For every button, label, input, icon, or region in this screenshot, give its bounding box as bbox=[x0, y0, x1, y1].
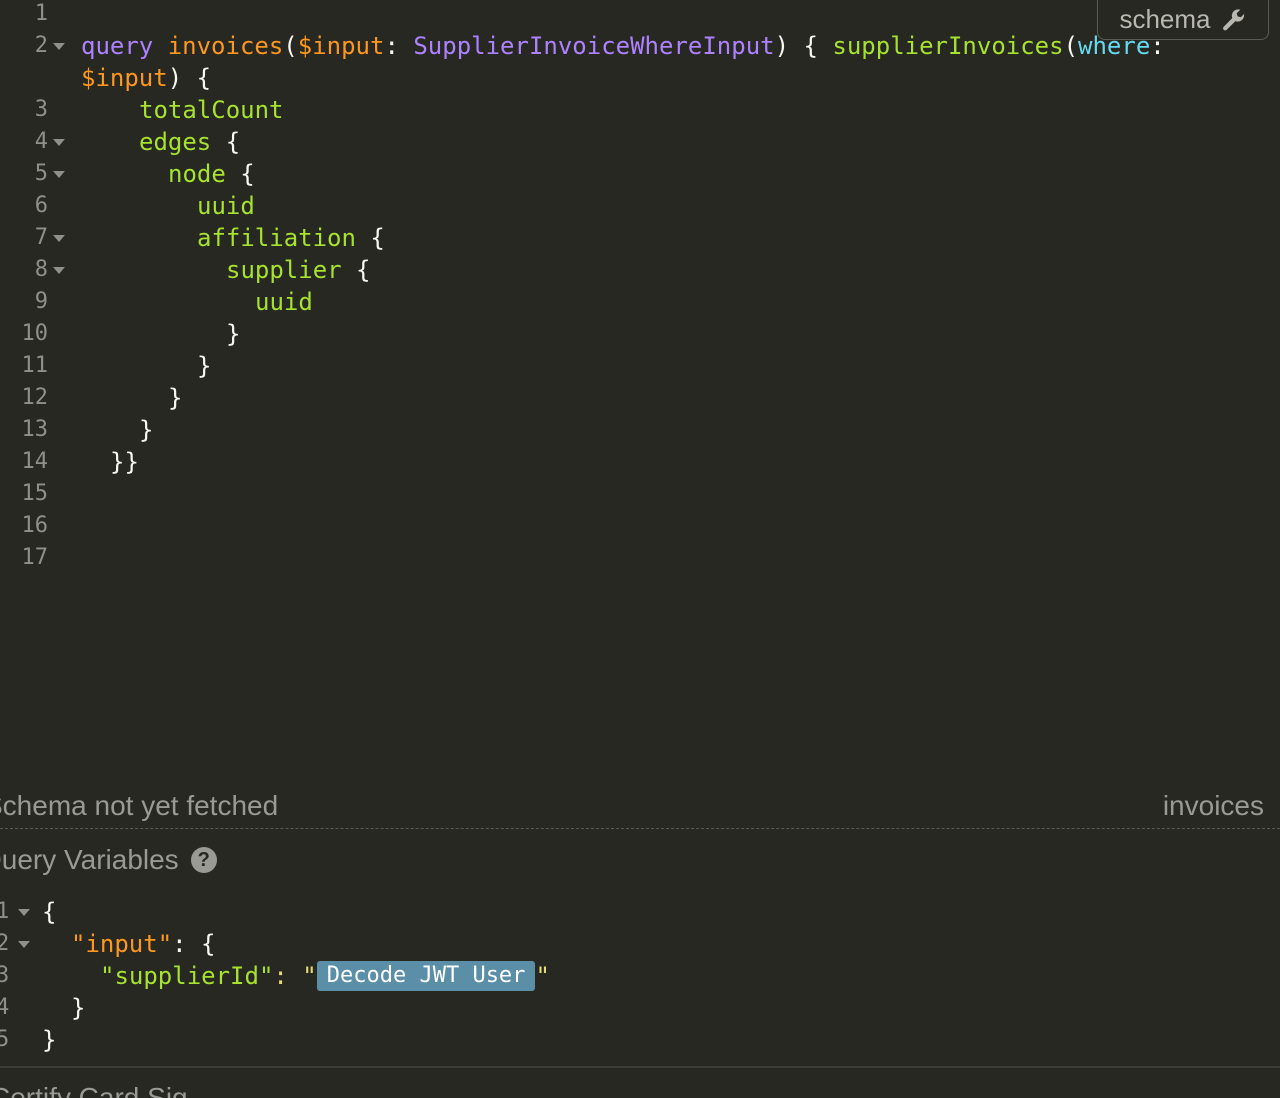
field-name: supplierInvoices bbox=[832, 32, 1064, 60]
brace: }} bbox=[110, 448, 139, 476]
json-key: "supplierId" bbox=[100, 962, 274, 990]
brace: } bbox=[197, 352, 212, 380]
code-line: "supplierId": " Decode JWT User " bbox=[100, 960, 550, 992]
query-keyword: query bbox=[81, 32, 154, 60]
code-line: uuid bbox=[255, 286, 313, 318]
code-line: } bbox=[168, 382, 182, 414]
line-number: 13 bbox=[21, 417, 49, 442]
brace: } bbox=[139, 416, 154, 444]
divider bbox=[0, 1066, 1280, 1068]
brace: { bbox=[355, 224, 385, 252]
line-number: 2 bbox=[0, 931, 10, 956]
line-number: 6 bbox=[34, 193, 48, 218]
bottom-panel-tab[interactable]: Certify Card Sig... bbox=[0, 1082, 211, 1098]
code-line: edges { bbox=[139, 126, 240, 158]
field-name: node bbox=[168, 160, 226, 188]
brace: } bbox=[226, 320, 241, 348]
fold-toggle-icon[interactable] bbox=[53, 139, 65, 146]
query-variables-header[interactable]: Query Variables ? bbox=[0, 840, 217, 880]
operation-indicator: invoices bbox=[1162, 790, 1264, 821]
field-name: uuid bbox=[197, 192, 255, 220]
field-name: affiliation bbox=[197, 224, 356, 252]
schema-button[interactable]: schema bbox=[1097, 0, 1269, 40]
line-number: 7 bbox=[34, 225, 48, 250]
fold-toggle-icon[interactable] bbox=[53, 267, 65, 274]
line-number: 3 bbox=[0, 963, 10, 988]
code-line: totalCount bbox=[139, 94, 284, 126]
code-line: affiliation { bbox=[197, 222, 385, 254]
variable-name: $input bbox=[297, 32, 385, 60]
line-number: 17 bbox=[21, 545, 49, 570]
operation-name: invoices bbox=[167, 32, 284, 60]
line-number: 12 bbox=[21, 385, 49, 410]
code-line: } bbox=[226, 318, 240, 350]
line-number: 14 bbox=[21, 449, 49, 474]
graphql-playground: 1 2 3 4 5 6 7 8 9 10 11 12 13 14 15 16 1… bbox=[0, 0, 1280, 1098]
code-line: } bbox=[139, 414, 153, 446]
brace: : { bbox=[172, 930, 216, 958]
line-number: 1 bbox=[34, 1, 48, 26]
field-name: totalCount bbox=[139, 96, 284, 124]
brace: { bbox=[211, 128, 241, 156]
schema-status: Schema not yet fetched bbox=[0, 790, 279, 821]
line-number: 1 bbox=[0, 899, 10, 924]
fold-toggle-icon[interactable] bbox=[18, 941, 30, 948]
brace: ) { bbox=[167, 64, 212, 92]
variables-editor[interactable]: 1 2 3 4 5 { "input": { "supplierId": " De… bbox=[0, 896, 1280, 1056]
query-variables-title: Query Variables bbox=[0, 844, 179, 875]
line-number: 15 bbox=[21, 481, 49, 506]
field-name: uuid bbox=[255, 288, 313, 316]
line-number: 5 bbox=[0, 1027, 10, 1052]
json-key: "input" bbox=[71, 930, 173, 958]
brace: } bbox=[42, 1026, 57, 1054]
line-number: 3 bbox=[34, 97, 48, 122]
code-line: "input": { bbox=[71, 928, 216, 960]
code-line: }} bbox=[110, 446, 139, 478]
code-line: supplier { bbox=[226, 254, 371, 286]
code-line: } bbox=[71, 992, 85, 1024]
paren: ( bbox=[283, 32, 298, 60]
code-line: } bbox=[197, 350, 211, 382]
brace: { bbox=[42, 898, 57, 926]
line-number: 11 bbox=[21, 353, 49, 378]
help-icon[interactable]: ? bbox=[190, 847, 217, 873]
code-line: node { bbox=[168, 158, 255, 190]
code-line: $input) { bbox=[81, 62, 211, 94]
field-name: edges bbox=[139, 128, 212, 156]
code-line: { bbox=[42, 896, 56, 928]
line-number: 2 bbox=[34, 33, 48, 58]
code-line: } bbox=[42, 1024, 56, 1056]
status-bar: Schema not yet fetched invoices bbox=[0, 784, 1280, 829]
brace: } bbox=[71, 994, 86, 1022]
brace: { bbox=[341, 256, 371, 284]
paren: ( bbox=[1063, 32, 1079, 60]
variable-name: $input bbox=[81, 64, 168, 92]
wrench-icon bbox=[1221, 7, 1247, 33]
fold-toggle-icon[interactable] bbox=[53, 235, 65, 242]
code-line: uuid bbox=[197, 190, 255, 222]
code-line: query invoices($input: SupplierInvoiceWh… bbox=[81, 30, 1165, 62]
fold-toggle-icon[interactable] bbox=[53, 171, 65, 178]
query-editor[interactable]: 1 2 3 4 5 6 7 8 9 10 11 12 13 14 15 16 1… bbox=[0, 0, 1280, 760]
jwt-placeholder-chip[interactable]: Decode JWT User bbox=[316, 961, 536, 991]
type-name: SupplierInvoiceWhereInput bbox=[413, 32, 775, 60]
colon: : bbox=[384, 32, 414, 60]
line-number: 8 bbox=[34, 257, 48, 282]
quote: " bbox=[535, 962, 550, 990]
line-number: 5 bbox=[34, 161, 48, 186]
line-number: 16 bbox=[21, 513, 49, 538]
schema-button-label: schema bbox=[1119, 4, 1211, 34]
brace: } bbox=[168, 384, 183, 412]
fold-toggle-icon[interactable] bbox=[53, 43, 65, 50]
line-number: 4 bbox=[0, 995, 10, 1020]
brace: { bbox=[225, 160, 255, 188]
line-number: 10 bbox=[21, 321, 49, 346]
field-name: supplier bbox=[226, 256, 342, 284]
brace: ) { bbox=[774, 32, 833, 60]
fold-toggle-icon[interactable] bbox=[18, 909, 30, 916]
quote: : " bbox=[273, 962, 317, 990]
line-number: 4 bbox=[34, 129, 48, 154]
line-number: 9 bbox=[34, 289, 48, 314]
